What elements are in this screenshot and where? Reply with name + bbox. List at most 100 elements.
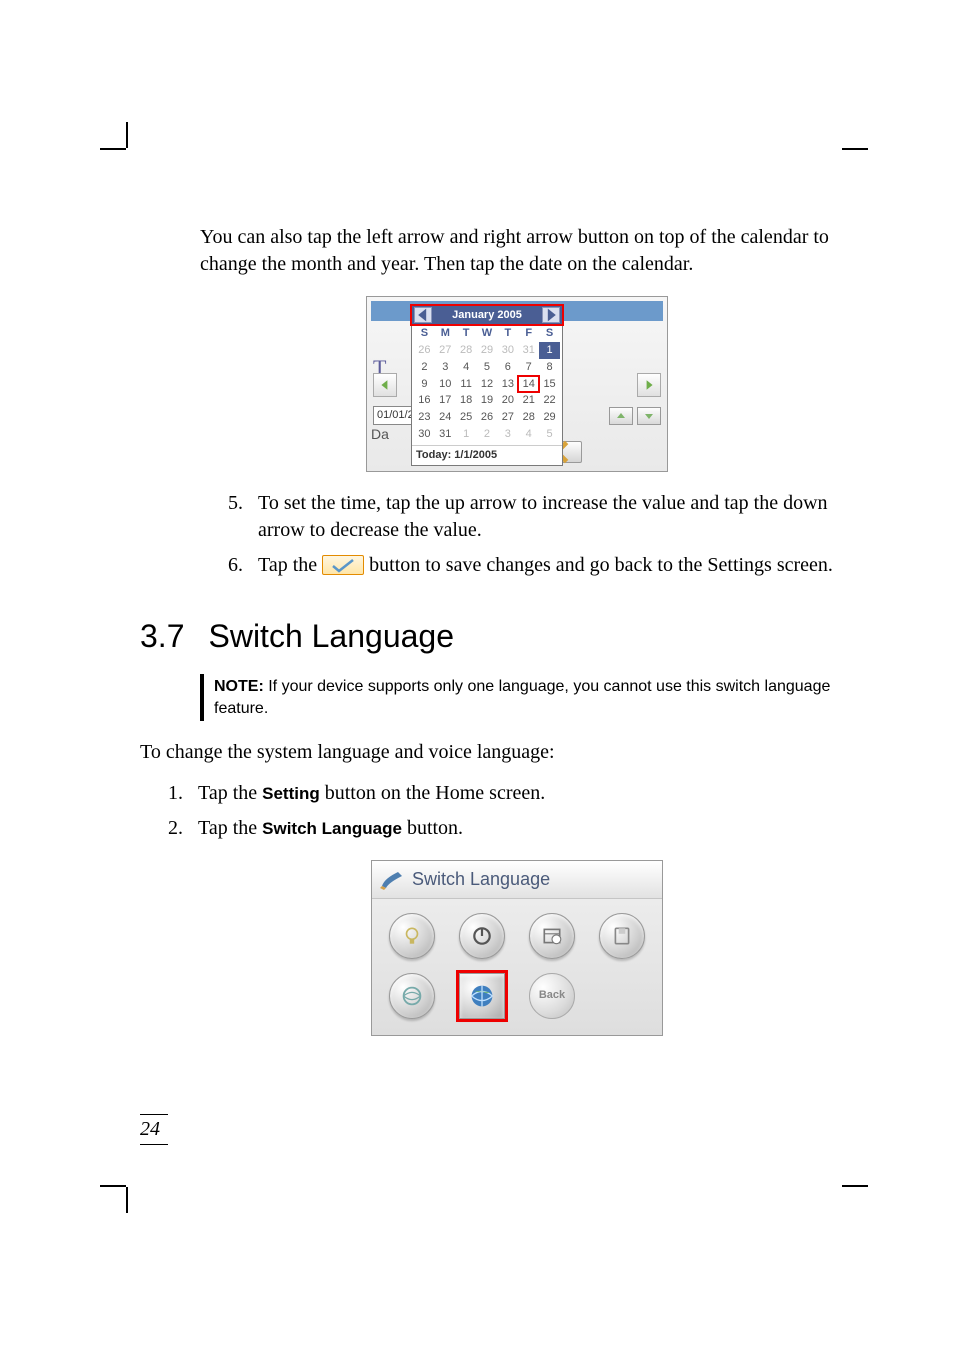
gps-button[interactable]: [389, 973, 435, 1019]
back-label: Back: [539, 988, 565, 1003]
section-heading: 3.7 Switch Language: [140, 615, 834, 658]
switch-language-grid: Back: [372, 899, 662, 1035]
calendar-day[interactable]: 31: [518, 342, 539, 359]
calendar-dow: S: [414, 325, 435, 342]
calendar-day[interactable]: 28: [518, 409, 539, 426]
step-b2-a: Tap the: [198, 817, 262, 839]
calendar-day[interactable]: 1: [539, 342, 560, 359]
calendar-day[interactable]: 3: [497, 426, 518, 443]
calendar-day[interactable]: 11: [456, 376, 477, 393]
calendar-day[interactable]: 4: [456, 359, 477, 376]
step-b1-b: button on the Home screen.: [320, 782, 546, 804]
switch-language-titlebar: Switch Language: [372, 861, 662, 898]
calendar-day[interactable]: 27: [497, 409, 518, 426]
calendar-day[interactable]: 5: [477, 359, 498, 376]
step-b1-bold: Setting: [262, 784, 320, 803]
calendar-day[interactable]: 25: [456, 409, 477, 426]
calendar-popup: January 2005 SMTWTFS26272829303112345678…: [411, 305, 563, 466]
calendar-grid: SMTWTFS262728293031123456789101112131415…: [412, 324, 562, 445]
calendar-day[interactable]: 2: [477, 426, 498, 443]
step-6: Tap the button to save changes and go ba…: [248, 552, 834, 579]
calendar-today-label[interactable]: Today: 1/1/2005: [412, 445, 562, 465]
calendar-day[interactable]: 13: [497, 376, 518, 393]
calendar-clock-icon: [541, 925, 563, 947]
calendar-day[interactable]: 1: [456, 426, 477, 443]
calendar-day[interactable]: 28: [456, 342, 477, 359]
prev-month-button[interactable]: [414, 307, 432, 323]
step-b1-a: Tap the: [198, 782, 262, 804]
calendar-figure: T Da January 2005: [200, 296, 834, 472]
section-number: 3.7: [140, 618, 184, 654]
calendar-day[interactable]: 30: [497, 342, 518, 359]
page: You can also tap the left arrow and righ…: [0, 0, 954, 1315]
calendar-dow: W: [477, 325, 498, 342]
calendar-day[interactable]: 16: [414, 392, 435, 409]
crop-mark: [842, 148, 868, 150]
time-down-button[interactable]: [637, 407, 661, 425]
calendar-day[interactable]: 15: [539, 376, 560, 393]
calendar-day[interactable]: 26: [477, 409, 498, 426]
calendar-day[interactable]: 21: [518, 392, 539, 409]
inline-save-button-icon: [322, 555, 364, 575]
calendar-day[interactable]: 24: [435, 409, 456, 426]
disk-icon: [611, 925, 633, 947]
time-up-button[interactable]: [609, 407, 633, 425]
calendar-day[interactable]: 29: [477, 342, 498, 359]
calendar-header: January 2005: [410, 304, 564, 326]
crop-mark: [842, 1185, 868, 1187]
switch-language-title: Switch Language: [412, 867, 550, 891]
step-b2: Tap the Switch Language button.: [188, 815, 834, 842]
crop-mark: [100, 1185, 126, 1187]
page-number: 24: [140, 1114, 168, 1145]
calendar-day[interactable]: 7: [518, 359, 539, 376]
next-month-button[interactable]: [542, 307, 560, 323]
note-text: If your device supports only one languag…: [214, 678, 830, 717]
step-5: To set the time, tap the up arrow to inc…: [248, 490, 834, 544]
switch-language-figure: Switch Language: [200, 860, 834, 1035]
calendar-day[interactable]: 20: [497, 392, 518, 409]
step-6-text-b: button to save changes and go back to th…: [364, 554, 833, 576]
calendar-day[interactable]: 23: [414, 409, 435, 426]
back-button[interactable]: Back: [529, 973, 575, 1019]
steps-list-b: Tap the Setting button on the Home scree…: [140, 780, 834, 842]
calendar-dow: S: [539, 325, 560, 342]
calendar-day[interactable]: 27: [435, 342, 456, 359]
calendar-day[interactable]: 6: [497, 359, 518, 376]
calendar-day[interactable]: 2: [414, 359, 435, 376]
crop-mark: [126, 122, 128, 148]
step-b2-bold: Switch Language: [262, 819, 402, 838]
intro-paragraph: You can also tap the left arrow and righ…: [200, 224, 834, 278]
calendar-dow: T: [456, 325, 477, 342]
note-block: NOTE: If your device supports only one l…: [200, 674, 834, 721]
step-b1: Tap the Setting button on the Home scree…: [188, 780, 834, 807]
datetime-button[interactable]: [529, 913, 575, 959]
calendar-dow: F: [518, 325, 539, 342]
para-change-language: To change the system language and voice …: [140, 739, 834, 766]
calendar-day[interactable]: 14: [518, 376, 539, 393]
bulb-icon: [401, 925, 423, 947]
brightness-button[interactable]: [389, 913, 435, 959]
steps-list-a: To set the time, tap the up arrow to inc…: [200, 490, 834, 579]
calendar-day[interactable]: 30: [414, 426, 435, 443]
content: You can also tap the left arrow and righ…: [200, 224, 834, 1074]
calendar-day[interactable]: 3: [435, 359, 456, 376]
calendar-day[interactable]: 26: [414, 342, 435, 359]
calendar-day[interactable]: 12: [477, 376, 498, 393]
section-title: Switch Language: [208, 618, 454, 654]
language-button[interactable]: [459, 973, 505, 1019]
disk-button[interactable]: [599, 913, 645, 959]
calendar-day[interactable]: 8: [539, 359, 560, 376]
prev-page-button[interactable]: [373, 373, 397, 397]
calendar-day[interactable]: 29: [539, 409, 560, 426]
calendar-day[interactable]: 18: [456, 392, 477, 409]
calendar-day[interactable]: 5: [539, 426, 560, 443]
calendar-day[interactable]: 10: [435, 376, 456, 393]
calendar-day[interactable]: 4: [518, 426, 539, 443]
calendar-day[interactable]: 17: [435, 392, 456, 409]
calendar-day[interactable]: 9: [414, 376, 435, 393]
calendar-day[interactable]: 22: [539, 392, 560, 409]
power-button[interactable]: [459, 913, 505, 959]
calendar-day[interactable]: 19: [477, 392, 498, 409]
next-page-button[interactable]: [637, 373, 661, 397]
calendar-day[interactable]: 31: [435, 426, 456, 443]
